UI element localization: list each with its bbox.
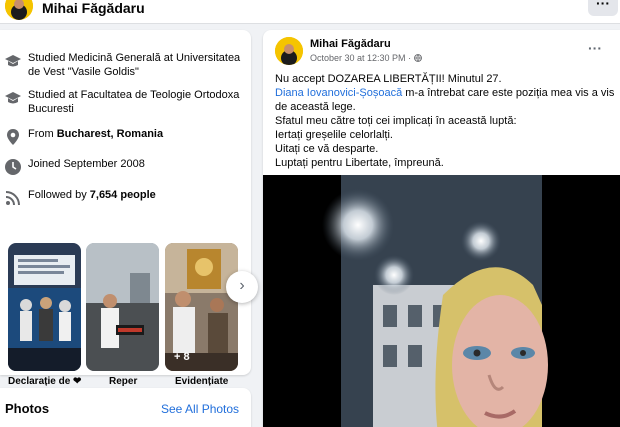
mention-link[interactable]: Diana Iovanovici-Șoșoacă [275, 87, 402, 99]
intro-text: Studied Medicină Generală at Universitat… [28, 52, 241, 78]
post-card: Mihai Făgădaru October 30 at 12:30 PM · … [263, 30, 620, 427]
highlight-thumbnail[interactable] [8, 243, 81, 371]
intro-text: Followed by 7,654 people [28, 188, 156, 202]
rss-icon [5, 191, 20, 206]
meta-separator: · [408, 53, 412, 63]
post-line: Uitați ce vă desparte. [275, 143, 379, 155]
highlight-label: Evidențiate [175, 376, 229, 387]
highlight-thumbnail[interactable] [86, 243, 159, 371]
intro-item-hometown: From Bucharest, Romania [4, 127, 163, 146]
location-pin-icon [7, 129, 19, 145]
clock-icon [5, 159, 21, 175]
photos-card: Photos See All Photos [0, 388, 251, 427]
post-video[interactable] [263, 175, 620, 427]
followers-link[interactable]: 7,654 people [90, 189, 156, 201]
post-line: Sfatul meu către toți cei implicați în a… [275, 115, 517, 127]
intro-text: Studied at Facultatea de Teologie Ortodo… [28, 89, 240, 115]
more-options-button[interactable]: ··· [588, 0, 618, 16]
highlight-label: Declarație de ❤ [8, 376, 82, 387]
intro-item-education: Studied at Facultatea de Teologie Ortodo… [4, 88, 251, 116]
post-line: Iertați greșelile celorlalți. [275, 129, 393, 141]
post-author[interactable]: Mihai Făgădaru [310, 38, 391, 50]
chevron-right-icon[interactable]: › [226, 271, 258, 303]
post-line: Luptați pentru Libertate, împreună. [275, 157, 444, 169]
hometown-link[interactable]: Bucharest, Romania [57, 128, 163, 140]
graduation-cap-icon [5, 55, 21, 67]
avatar[interactable] [5, 0, 33, 20]
post-line: Diana Iovanovici-Șoșoacă m-a întrebat ca… [275, 86, 615, 114]
highlight-label: Reper [109, 376, 138, 387]
globe-icon [413, 54, 422, 62]
intro-text: Joined September 2008 [28, 158, 145, 170]
avatar[interactable] [275, 37, 303, 65]
more-highlights-count: + 8 [174, 351, 190, 363]
intro-text: From Bucharest, Romania [28, 127, 163, 141]
featured-highlights: + 8 Declarație de ❤ Reper Evidențiate [8, 243, 248, 393]
intro-prefix: From [28, 128, 57, 140]
post-meta: October 30 at 12:30 PM · [310, 53, 422, 63]
post-date[interactable]: October 30 at 12:30 PM [310, 53, 406, 63]
see-all-photos-link[interactable]: See All Photos [161, 402, 239, 416]
photos-title: Photos [5, 401, 50, 416]
profile-top-bar: Mihai Făgădaru ··· [0, 0, 620, 24]
intro-item-joined: Joined September 2008 [4, 157, 145, 176]
intro-prefix: Followed by [28, 189, 90, 201]
intro-card: Studied Medicină Generală at Universitat… [0, 30, 258, 387]
intro-item-education: Studied Medicină Generală at Universitat… [4, 51, 251, 79]
post-line: Nu accept DOZAREA LIBERTĂȚII! Minutul 27… [275, 73, 502, 85]
highlight-thumbnail[interactable]: + 8 [165, 243, 238, 371]
graduation-cap-icon [5, 92, 21, 104]
profile-name[interactable]: Mihai Făgădaru [42, 0, 145, 16]
post-body: Nu accept DOZAREA LIBERTĂȚII! Minutul 27… [275, 72, 615, 170]
intro-item-followers: Followed by 7,654 people [4, 188, 156, 207]
post-options-button[interactable]: ··· [588, 40, 602, 56]
